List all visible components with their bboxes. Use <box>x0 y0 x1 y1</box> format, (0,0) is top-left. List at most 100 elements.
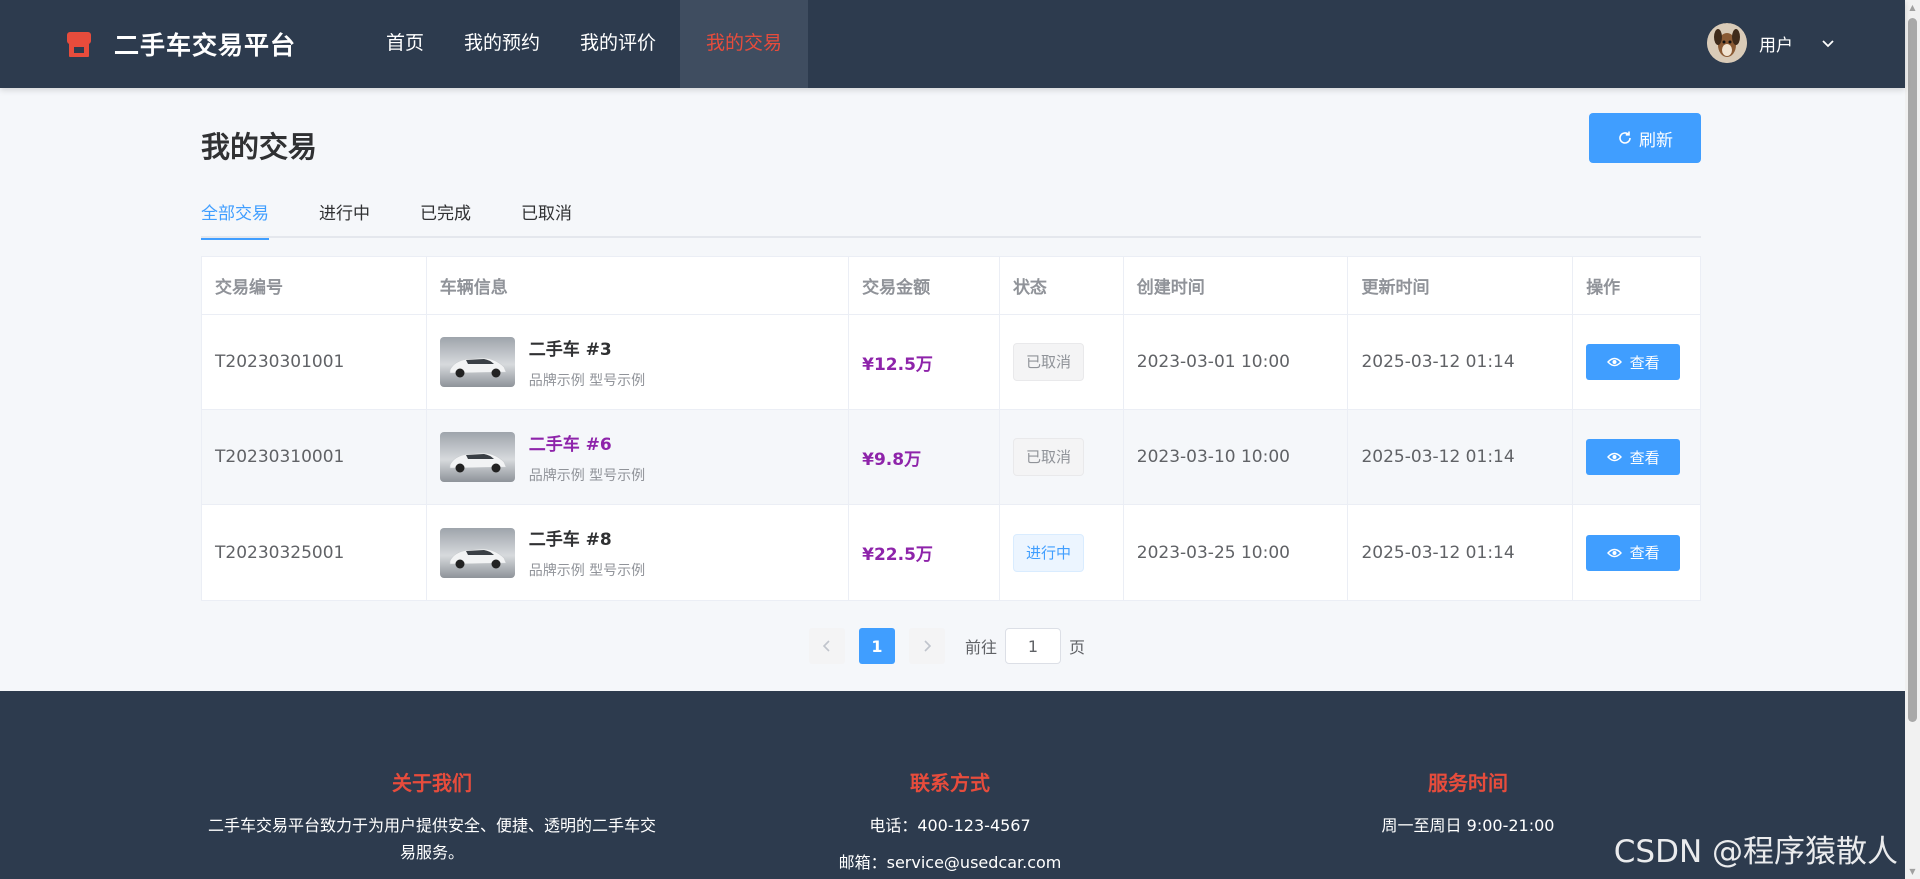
table-header-row: 交易编号 车辆信息 交易金额 状态 创建时间 更新时间 操作 <box>202 257 1700 315</box>
transactions-table: 交易编号 车辆信息 交易金额 状态 创建时间 更新时间 操作 T20230301… <box>201 256 1701 601</box>
car-thumbnail <box>439 527 515 578</box>
car-brand-model: 品牌示例 型号示例 <box>528 563 646 579</box>
eye-icon <box>1606 357 1622 367</box>
status-tabs: 全部交易 进行中 已完成 已取消 <box>201 198 1701 240</box>
view-label: 查看 <box>1629 448 1660 467</box>
user-name: 用户 <box>1759 35 1793 56</box>
nav-item-reviews[interactable]: 我的评价 <box>560 0 676 88</box>
goto-page-input[interactable] <box>1005 628 1062 664</box>
table-row: T20230325001 二手车 #8 品牌示例 型号示例 ¥22.5万 进行中… <box>202 505 1700 600</box>
prev-page-button[interactable] <box>809 628 845 664</box>
column-header-created: 创建时间 <box>1124 257 1349 314</box>
store-icon <box>66 29 92 59</box>
car-brand-model: 品牌示例 型号示例 <box>528 467 646 484</box>
status-badge: 进行中 <box>1012 533 1084 572</box>
scroll-up-icon[interactable]: ▲ <box>1908 3 1917 12</box>
scroll-down-icon[interactable]: ▼ <box>1908 867 1917 876</box>
car-name[interactable]: 二手车 #3 <box>529 335 645 360</box>
created-time: 2023-03-10 10:00 <box>1124 410 1349 504</box>
actions-cell: 查看 <box>1573 410 1700 504</box>
updated-time: 2025-03-12 01:14 <box>1348 505 1574 600</box>
updated-time: 2025-03-12 01:14 <box>1348 410 1574 504</box>
chevron-right-icon <box>924 640 932 652</box>
car-thumbnail <box>439 432 515 482</box>
column-header-car: 车辆信息 <box>427 257 850 314</box>
amount-cell: ¥22.5万 <box>849 505 1000 600</box>
view-label: 查看 <box>1629 544 1660 562</box>
transaction-id: T20230325001 <box>202 505 427 600</box>
chevron-down-icon <box>1821 36 1835 50</box>
next-page-button[interactable] <box>909 628 945 664</box>
footer-email: 邮箱：service@usedcar.com <box>838 853 1062 872</box>
actions-cell: 查看 <box>1573 315 1700 409</box>
car-thumbnail <box>439 337 515 387</box>
actions-cell: 查看 <box>1573 505 1700 600</box>
status-cell: 已取消 <box>1000 315 1124 409</box>
refresh-icon <box>1619 131 1631 144</box>
car-info: 二手车 #6 品牌示例 型号示例 <box>427 410 850 504</box>
page-suffix: 页 <box>1069 638 1086 657</box>
column-header-actions: 操作 <box>1586 278 1621 298</box>
status-badge: 已取消 <box>1012 438 1084 476</box>
transaction-amount: ¥12.5万 <box>862 354 933 375</box>
site-title: 二手车交易平台 <box>114 31 297 60</box>
main-content: 我的交易 刷新 全部交易 进行中 已完成 已取消 交易编号 车辆信息 交易金额 … <box>0 88 1905 691</box>
status-cell: 已取消 <box>1000 410 1124 504</box>
column-header-status: 状态 <box>1000 257 1124 314</box>
status-badge: 已取消 <box>1012 343 1084 381</box>
view-button[interactable]: 查看 <box>1586 344 1681 380</box>
view-button[interactable]: 查看 <box>1586 439 1681 475</box>
updated-time: 2025-03-12 01:14 <box>1348 315 1574 409</box>
column-header-updated: 更新时间 <box>1348 257 1574 314</box>
user-menu[interactable]: 用户 <box>1707 23 1835 63</box>
amount-cell: ¥9.8万 <box>849 410 1000 504</box>
car-info: 二手车 #3 品牌示例 型号示例 <box>427 315 850 409</box>
page-title: 我的交易 <box>201 130 318 164</box>
table-row: T20230310001 二手车 #6 品牌示例 型号示例 ¥9.8万 已取消 … <box>202 410 1700 505</box>
page-scrollbar[interactable]: ▲ ▼ <box>1905 0 1920 879</box>
site-logo[interactable]: 二手车交易平台 <box>66 26 366 62</box>
car-info: 二手车 #8 品牌示例 型号示例 <box>427 505 850 600</box>
footer-hours-text: 周一至周日 9:00-21:00 <box>1381 816 1555 835</box>
footer-hours: 服务时间 周一至周日 9:00-21:00 <box>1278 767 1658 839</box>
column-header-amount: 交易金额 <box>849 257 1000 314</box>
footer-contact: 联系方式 电话：400-123-4567 邮箱：service@usedcar.… <box>760 767 1140 876</box>
footer-contact-title: 联系方式 <box>910 771 990 795</box>
nav-item-transactions[interactable]: 我的交易 <box>680 0 809 88</box>
car-brand-model: 品牌示例 型号示例 <box>528 372 646 389</box>
scrollbar-thumb[interactable] <box>1908 18 1917 722</box>
view-label: 查看 <box>1629 353 1660 372</box>
eye-icon <box>1606 548 1622 557</box>
created-time: 2023-03-25 10:00 <box>1124 505 1349 600</box>
transaction-id: T20230310001 <box>202 410 427 504</box>
car-name[interactable]: 二手车 #8 <box>529 525 645 550</box>
top-navbar: 二手车交易平台 首页 我的预约 我的评价 我的交易 用户 <box>0 0 1905 88</box>
status-cell: 进行中 <box>1000 505 1124 600</box>
column-header-id: 交易编号 <box>202 257 427 314</box>
tab-cancelled[interactable]: 已取消 <box>521 198 572 238</box>
refresh-button[interactable]: 刷新 <box>1589 113 1701 163</box>
tab-completed[interactable]: 已完成 <box>420 198 471 238</box>
nav-item-home[interactable]: 首页 <box>366 0 444 88</box>
transaction-amount: ¥22.5万 <box>862 545 933 565</box>
car-name[interactable]: 二手车 #6 <box>529 430 645 455</box>
created-time: 2023-03-01 10:00 <box>1124 315 1349 409</box>
amount-cell: ¥12.5万 <box>849 315 1000 409</box>
tab-all[interactable]: 全部交易 <box>201 198 269 240</box>
nav-item-appointments[interactable]: 我的预约 <box>444 0 560 88</box>
avatar <box>1707 23 1747 63</box>
table-row: T20230301001 二手车 #3 品牌示例 型号示例 ¥12.5万 已取消… <box>202 315 1700 410</box>
footer-about-title: 关于我们 <box>392 771 472 795</box>
transaction-amount: ¥9.8万 <box>862 449 922 470</box>
footer-hours-title: 服务时间 <box>1428 771 1508 795</box>
view-button[interactable]: 查看 <box>1586 534 1681 571</box>
chevron-left-icon <box>822 640 830 652</box>
page-number[interactable]: 1 <box>859 628 895 664</box>
refresh-label: 刷新 <box>1639 130 1673 151</box>
eye-icon <box>1606 452 1622 462</box>
main-nav: 首页 我的预约 我的评价 我的交易 <box>366 0 809 88</box>
footer-about: 关于我们 二手车交易平台致力于为用户提供安全、便捷、透明的二手车交易服务。 <box>202 767 662 866</box>
transaction-id: T20230301001 <box>202 315 427 409</box>
tab-in-progress[interactable]: 进行中 <box>319 198 370 238</box>
footer-phone: 电话：400-123-4567 <box>869 816 1031 835</box>
